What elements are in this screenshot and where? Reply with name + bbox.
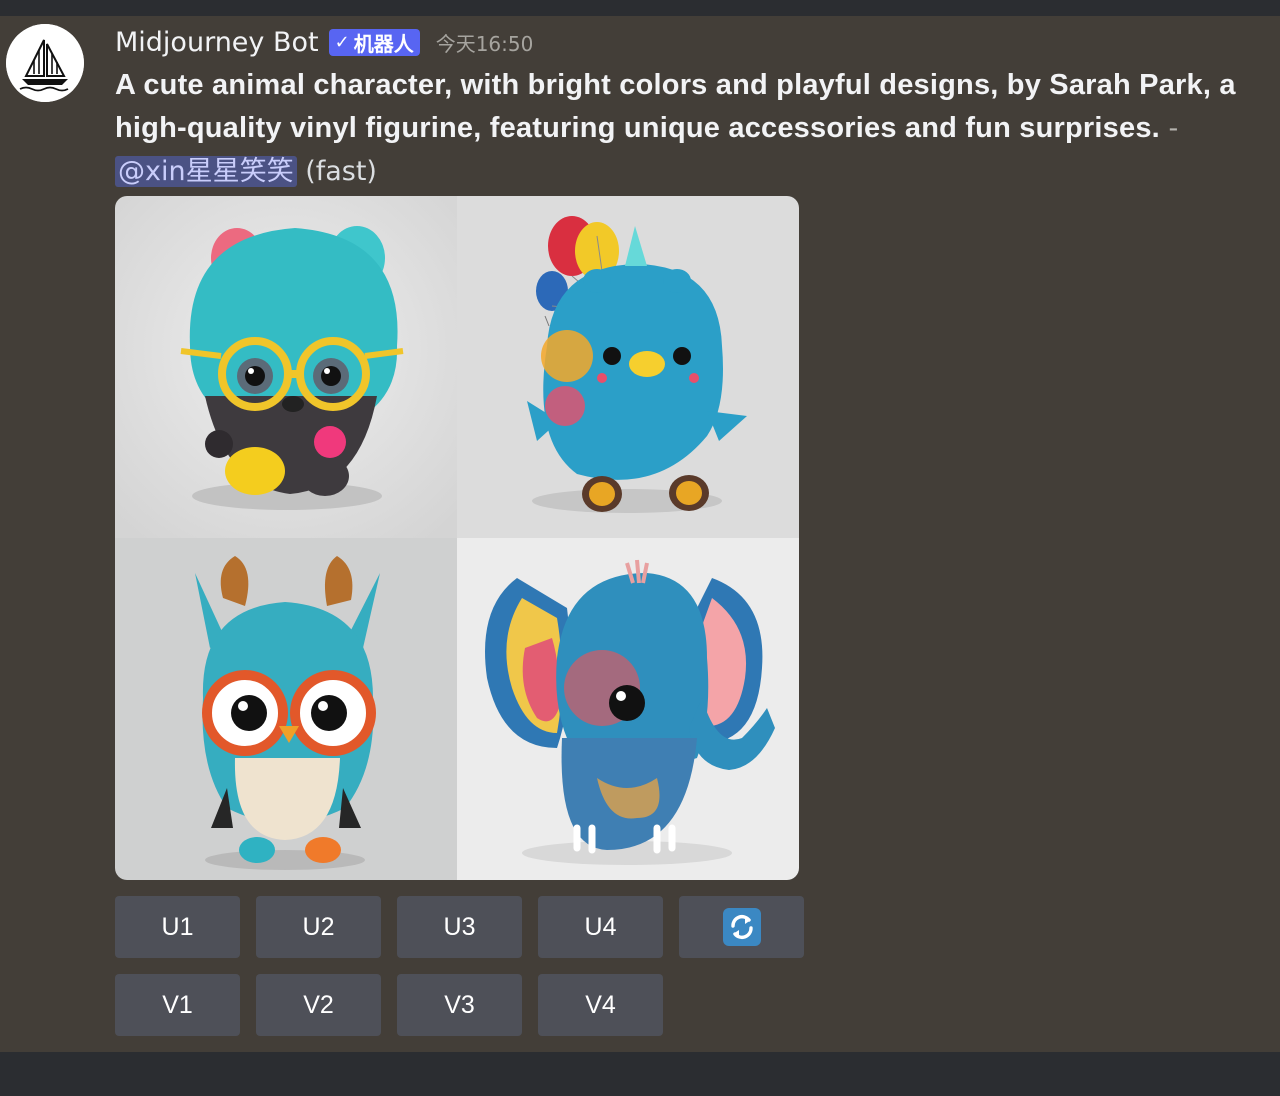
reroll-button[interactable] [679, 896, 804, 958]
variation-button-3[interactable]: V3 [397, 974, 522, 1036]
upscale-button-1[interactable]: U1 [115, 896, 240, 958]
sailboat-icon [6, 24, 84, 102]
variation-button-4[interactable]: V4 [538, 974, 663, 1036]
upscale-button-3[interactable]: U3 [397, 896, 522, 958]
variation-button-1[interactable]: V1 [115, 974, 240, 1036]
variation-button-row: V1 V2 V3 V4 [115, 974, 663, 1036]
timestamp: 今天16:50 [435, 31, 534, 56]
top-bar [0, 0, 1280, 16]
image-grid[interactable] [115, 196, 799, 880]
bottom-bar [0, 1052, 1280, 1096]
prompt-separator: - [1159, 113, 1179, 144]
verified-check-icon: ✓ [334, 31, 350, 53]
refresh-icon [722, 908, 761, 946]
upscale-button-row: U1 U2 U3 U4 [115, 896, 804, 958]
message-header: Midjourney Bot ✓ 机器人 今天16:50 [115, 22, 533, 62]
prompt-text: A cute animal character, with bright col… [115, 69, 1236, 144]
user-mention[interactable]: @xin星星笑笑 [115, 156, 297, 187]
speed-tag: (fast) [305, 156, 377, 187]
image-tile-2[interactable] [457, 196, 799, 538]
image-tile-1[interactable] [115, 196, 457, 538]
upscale-button-4[interactable]: U4 [538, 896, 663, 958]
message-content: A cute animal character, with bright col… [115, 64, 1245, 193]
username[interactable]: Midjourney Bot [115, 27, 319, 58]
image-tile-3[interactable] [115, 538, 457, 880]
upscale-button-2[interactable]: U2 [256, 896, 381, 958]
bot-badge-label: 机器人 [353, 31, 414, 56]
bot-badge: ✓ 机器人 [328, 28, 420, 56]
avatar[interactable] [6, 24, 84, 102]
variation-button-2[interactable]: V2 [256, 974, 381, 1036]
image-tile-4[interactable] [457, 538, 799, 880]
